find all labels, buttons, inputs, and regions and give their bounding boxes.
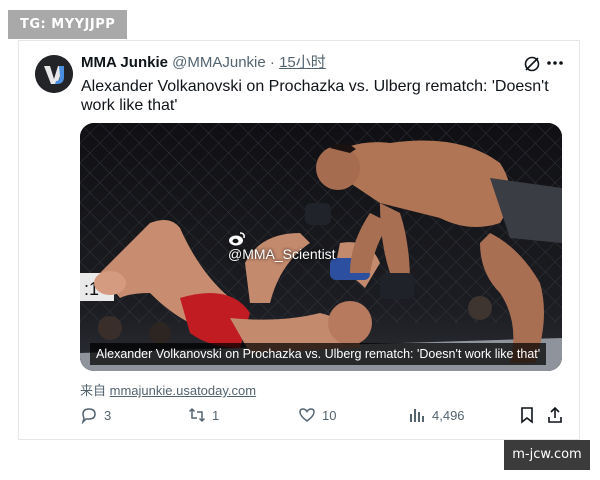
like-button[interactable]: 10 [298, 403, 336, 427]
like-count: 10 [322, 407, 337, 423]
views-count: 4,496 [432, 407, 465, 423]
bookmark-button[interactable] [518, 403, 542, 427]
watermark-text: @MMA_Scientist [228, 246, 336, 262]
link-source[interactable]: 来自 mmajunkie.usatoday.com [80, 380, 256, 399]
media-caption: Alexander Volkanovski on Prochazka vs. U… [90, 343, 547, 365]
reply-button[interactable]: 3 [80, 403, 111, 427]
tweet-actions: 3 1 10 4,496 [80, 403, 568, 427]
weibo-icon [229, 232, 245, 246]
source-prefix: 来自 [80, 383, 107, 398]
more-icon[interactable] [545, 53, 565, 73]
tweet-card[interactable]: MMA Junkie @MMAJunkie · 15小时 Alexander V… [18, 40, 580, 440]
top-watermark-badge: TG: MYYJJPP [8, 10, 128, 39]
bookmark-icon [521, 407, 533, 424]
bottom-watermark-badge: m-jcw.com [504, 440, 590, 470]
avatar[interactable] [35, 55, 73, 93]
retweet-button[interactable]: 1 [188, 403, 219, 427]
views-icon [410, 409, 424, 422]
tweet-media-image[interactable]: :1 @MMA_Scientist Alexander Volkanovski … [80, 123, 562, 371]
tweet-header: MMA Junkie @MMAJunkie · 15小时 [81, 53, 326, 73]
retweet-icon [188, 407, 206, 423]
share-icon [548, 406, 562, 423]
like-icon [299, 408, 315, 422]
media-watermark: @MMA_Scientist [228, 232, 336, 262]
reply-icon [81, 408, 96, 424]
reply-count: 3 [104, 407, 112, 423]
user-handle[interactable]: @MMAJunkie [172, 54, 266, 71]
retweet-count: 1 [212, 407, 220, 423]
grok-icon[interactable] [523, 55, 541, 73]
views-button[interactable]: 4,496 [408, 403, 465, 427]
display-name[interactable]: MMA Junkie [81, 54, 168, 71]
source-domain-link[interactable]: mmajunkie.usatoday.com [110, 383, 256, 398]
tweet-text: Alexander Volkanovski on Prochazka vs. U… [81, 78, 549, 114]
header-separator: · [269, 54, 275, 71]
share-button[interactable] [546, 403, 570, 427]
timestamp-link[interactable]: 15小时 [279, 54, 326, 71]
